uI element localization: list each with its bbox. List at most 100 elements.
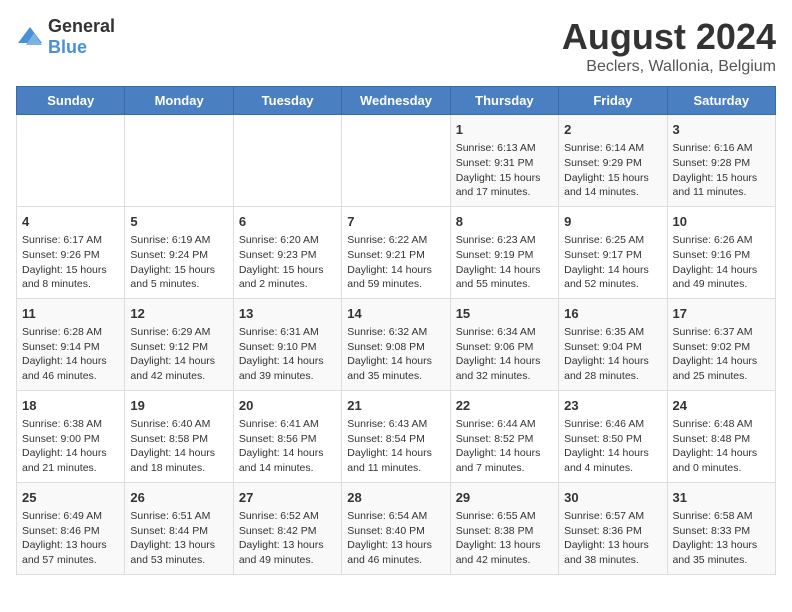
day-number: 21 (347, 397, 444, 415)
calendar-cell: 13Sunrise: 6:31 AMSunset: 9:10 PMDayligh… (233, 298, 341, 390)
cell-text: Sunset: 9:16 PM (673, 248, 770, 263)
cell-text: Sunrise: 6:51 AM (130, 509, 227, 524)
cell-text: Sunset: 9:14 PM (22, 340, 119, 355)
title-area: August 2024 Beclers, Wallonia, Belgium (562, 16, 776, 76)
calendar-cell (233, 115, 341, 207)
cell-text: Daylight: 14 hours and 32 minutes. (456, 354, 553, 383)
cell-text: Daylight: 14 hours and 46 minutes. (22, 354, 119, 383)
cell-text: Daylight: 14 hours and 49 minutes. (673, 263, 770, 292)
calendar-cell: 6Sunrise: 6:20 AMSunset: 9:23 PMDaylight… (233, 206, 341, 298)
cell-text: Sunrise: 6:13 AM (456, 141, 553, 156)
cell-text: Sunset: 9:23 PM (239, 248, 336, 263)
day-number: 6 (239, 213, 336, 231)
cell-text: Sunset: 8:54 PM (347, 432, 444, 447)
calendar-cell: 25Sunrise: 6:49 AMSunset: 8:46 PMDayligh… (17, 482, 125, 574)
cell-text: Sunset: 8:42 PM (239, 524, 336, 539)
calendar-cell: 23Sunrise: 6:46 AMSunset: 8:50 PMDayligh… (559, 390, 667, 482)
day-number: 30 (564, 489, 661, 507)
calendar-week-row: 25 Sunrise: 6:49 AMSunset: 8:46 PM Dayligh… (17, 482, 776, 574)
cell-text: Sunset: 8:46 PM (22, 524, 119, 539)
cell-text: Daylight: 14 hours and 11 minutes. (347, 446, 444, 475)
cell-text: Sunset: 8:44 PM (130, 524, 227, 539)
cell-text: Daylight: 13 hours and 49 minutes. (239, 538, 336, 567)
day-number: 25 (22, 489, 119, 507)
calendar-week-row: 18Sunrise: 6:38 AMSunset: 9:00 PMDayligh… (17, 390, 776, 482)
day-number: 9 (564, 213, 661, 231)
cell-text: Sunrise: 6:48 AM (673, 417, 770, 432)
cell-text: Sunrise: 6:52 AM (239, 509, 336, 524)
day-of-week-header: Tuesday (233, 87, 341, 115)
calendar-cell: 24Sunrise: 6:48 AMSunset: 8:48 PMDayligh… (667, 390, 775, 482)
calendar-body: 1Sunrise: 6:13 AMSunset: 9:31 PMDaylight… (17, 115, 776, 575)
calendar-header: SundayMondayTuesdayWednesdayThursdayFrid… (17, 87, 776, 115)
cell-text: Daylight: 14 hours and 18 minutes. (130, 446, 227, 475)
day-number: 28 (347, 489, 444, 507)
cell-text: Sunset: 9:08 PM (347, 340, 444, 355)
day-of-week-header: Sunday (17, 87, 125, 115)
cell-text: Sunrise: 6:44 AM (456, 417, 553, 432)
day-number: 27 (239, 489, 336, 507)
day-number: 8 (456, 213, 553, 231)
cell-text: Daylight: 15 hours and 8 minutes. (22, 263, 119, 292)
calendar-week-row: 1Sunrise: 6:13 AMSunset: 9:31 PMDaylight… (17, 115, 776, 207)
cell-text: Daylight: 14 hours and 59 minutes. (347, 263, 444, 292)
cell-text: Daylight: 15 hours and 17 minutes. (456, 171, 553, 200)
cell-text: Sunrise: 6:20 AM (239, 233, 336, 248)
calendar-cell: 29Sunrise: 6:55 AMSunset: 8:38 PMDayligh… (450, 482, 558, 574)
day-number: 13 (239, 305, 336, 323)
cell-text: Daylight: 13 hours and 35 minutes. (673, 538, 770, 567)
cell-text: Daylight: 14 hours and 39 minutes. (239, 354, 336, 383)
cell-text: Sunset: 8:48 PM (673, 432, 770, 447)
day-number: 26 (130, 489, 227, 507)
calendar-cell: 21Sunrise: 6:43 AMSunset: 8:54 PMDayligh… (342, 390, 450, 482)
cell-text: Sunset: 9:10 PM (239, 340, 336, 355)
logo-icon (16, 23, 44, 51)
cell-text: Sunset: 9:24 PM (130, 248, 227, 263)
day-number: 2 (564, 121, 661, 139)
cell-text: Daylight: 14 hours and 7 minutes. (456, 446, 553, 475)
cell-text: Sunset: 9:29 PM (564, 156, 661, 171)
cell-text: Sunrise: 6:22 AM (347, 233, 444, 248)
cell-text: Sunrise: 6:29 AM (130, 325, 227, 340)
calendar-cell: 10Sunrise: 6:26 AMSunset: 9:16 PMDayligh… (667, 206, 775, 298)
calendar-cell: 3Sunrise: 6:16 AMSunset: 9:28 PMDaylight… (667, 115, 775, 207)
cell-text: Sunrise: 6:38 AM (22, 417, 119, 432)
cell-text: Sunrise: 6:49 AM (22, 509, 119, 524)
cell-text: Sunrise: 6:16 AM (673, 141, 770, 156)
cell-text: Sunrise: 6:41 AM (239, 417, 336, 432)
day-number: 14 (347, 305, 444, 323)
calendar-cell: 15Sunrise: 6:34 AMSunset: 9:06 PMDayligh… (450, 298, 558, 390)
calendar-cell: 20Sunrise: 6:41 AMSunset: 8:56 PMDayligh… (233, 390, 341, 482)
calendar-cell: 19Sunrise: 6:40 AMSunset: 8:58 PMDayligh… (125, 390, 233, 482)
cell-text: Daylight: 14 hours and 14 minutes. (239, 446, 336, 475)
cell-text: Sunrise: 6:32 AM (347, 325, 444, 340)
calendar-cell (342, 115, 450, 207)
cell-text: Sunset: 9:17 PM (564, 248, 661, 263)
cell-text: Sunrise: 6:58 AM (673, 509, 770, 524)
calendar-cell: 16Sunrise: 6:35 AMSunset: 9:04 PMDayligh… (559, 298, 667, 390)
day-number: 15 (456, 305, 553, 323)
cell-text: Sunset: 9:28 PM (673, 156, 770, 171)
calendar-cell: 18Sunrise: 6:38 AMSunset: 9:00 PMDayligh… (17, 390, 125, 482)
cell-text: Daylight: 15 hours and 5 minutes. (130, 263, 227, 292)
cell-text: Sunset: 8:38 PM (456, 524, 553, 539)
cell-text: Sunrise: 6:37 AM (673, 325, 770, 340)
cell-text: Sunrise: 6:26 AM (673, 233, 770, 248)
day-of-week-header: Monday (125, 87, 233, 115)
cell-text: Sunrise: 6:25 AM (564, 233, 661, 248)
logo-general: General (48, 16, 115, 36)
cell-text: Daylight: 13 hours and 53 minutes. (130, 538, 227, 567)
cell-text: Daylight: 13 hours and 42 minutes. (456, 538, 553, 567)
calendar-cell: 12Sunrise: 6:29 AMSunset: 9:12 PMDayligh… (125, 298, 233, 390)
day-of-week-header: Wednesday (342, 87, 450, 115)
day-number: 1 (456, 121, 553, 139)
logo-blue: Blue (48, 37, 87, 57)
cell-text: Sunset: 8:58 PM (130, 432, 227, 447)
page-header: General Blue August 2024 Beclers, Wallon… (16, 16, 776, 76)
day-number: 24 (673, 397, 770, 415)
calendar-cell (17, 115, 125, 207)
cell-text: Sunset: 8:33 PM (673, 524, 770, 539)
cell-text: Sunrise: 6:17 AM (22, 233, 119, 248)
cell-text: Sunrise: 6:34 AM (456, 325, 553, 340)
calendar-week-row: 4Sunrise: 6:17 AMSunset: 9:26 PMDaylight… (17, 206, 776, 298)
